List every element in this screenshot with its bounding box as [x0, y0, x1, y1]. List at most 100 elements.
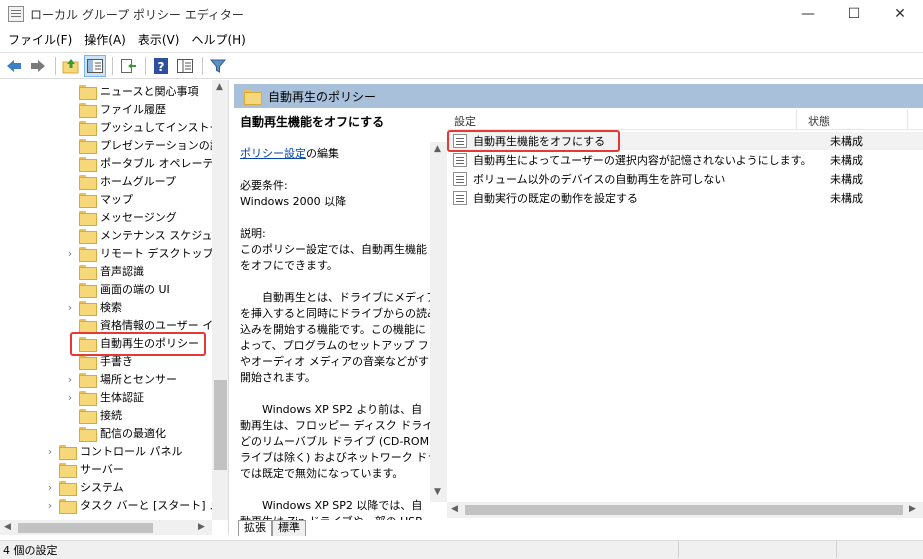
tree-item[interactable]: ポータブル オペレーティン — [64, 154, 228, 172]
folder-icon — [59, 480, 77, 496]
expand-chevron-icon[interactable]: › — [64, 301, 76, 314]
tree-item[interactable]: ホームグループ — [64, 172, 176, 190]
help-icon: ? — [154, 57, 168, 74]
tree-highlight-box — [70, 332, 206, 356]
scroll-up-icon[interactable]: ▲ — [434, 144, 441, 154]
expand-chevron-icon[interactable]: › — [44, 499, 56, 512]
tree-item[interactable]: メッセージング — [64, 208, 177, 226]
tree-item-label: 検索 — [100, 301, 122, 314]
column-header-state[interactable]: 状態 — [808, 113, 830, 129]
tree-item[interactable]: 接続 — [64, 406, 122, 424]
filter-button[interactable] — [207, 55, 229, 77]
menu-view[interactable]: 表示(V) — [132, 29, 186, 50]
tree-item[interactable]: › リモート デスクトップ サー — [64, 244, 229, 262]
tree-item[interactable]: › コントロール パネル — [44, 442, 183, 460]
folder-icon — [79, 228, 97, 244]
expand-chevron-icon[interactable]: › — [64, 247, 76, 260]
expand-chevron-icon[interactable]: › — [44, 481, 56, 494]
minimize-button[interactable]: — — [785, 0, 831, 28]
edit-policy-line: ポリシー設定の編集 — [240, 146, 339, 162]
policy-setting-icon — [453, 191, 467, 205]
back-button[interactable] — [3, 55, 25, 77]
tree-item[interactable]: ニュースと関心事項 — [64, 82, 198, 100]
tree-item-label: リモート デスクトップ サー — [100, 247, 229, 260]
description-title: 自動再生機能をオフにする — [240, 115, 385, 129]
extended-view-button[interactable] — [174, 55, 196, 77]
column-header-setting[interactable]: 設定 — [454, 113, 476, 129]
settings-list-row[interactable]: ボリューム以外のデバイスの自動再生を許可しない 未構成 — [447, 170, 923, 188]
up-one-level-button[interactable] — [60, 55, 82, 77]
tree-item[interactable]: ファイル履歴 — [64, 100, 166, 118]
help-button[interactable]: ? — [150, 55, 172, 77]
scroll-left-icon[interactable]: ◀ — [451, 504, 458, 514]
scroll-right-icon[interactable]: ▶ — [909, 504, 916, 514]
maximize-button[interactable]: ☐ — [831, 0, 877, 28]
folder-icon — [79, 102, 97, 118]
details-header-title: 自動再生のポリシー — [268, 89, 377, 104]
tree-item[interactable]: › システム — [44, 478, 124, 496]
folder-icon — [79, 264, 97, 280]
tree-item[interactable]: サーバー — [44, 460, 124, 478]
description-line: どのリムーバブル ドライブ (CD-ROM ド — [240, 435, 430, 448]
tree-item[interactable]: 配信の最適化 — [64, 424, 166, 442]
show-hide-tree-icon — [87, 58, 103, 73]
close-button[interactable]: ✕ — [877, 0, 923, 28]
folder-icon — [79, 408, 97, 424]
tree-item-label: メンテナンス スケジューラ — [100, 229, 229, 242]
description-line: では既定で無効になっています。 — [240, 467, 404, 480]
details-header: 自動再生のポリシー — [234, 84, 923, 108]
tree-horizontal-scrollbar[interactable]: ◀ ▶ — [0, 520, 212, 535]
tree-item[interactable]: 画面の端の UI — [64, 280, 170, 298]
export-list-icon — [121, 58, 136, 73]
menu-action[interactable]: 操作(A) — [78, 29, 132, 50]
list-horizontal-scroll-thumb[interactable] — [465, 505, 903, 515]
expand-chevron-icon[interactable]: › — [64, 373, 76, 386]
tree-item[interactable]: › 検索 — [64, 298, 122, 316]
scroll-left-icon[interactable]: ◀ — [4, 522, 11, 532]
folder-icon — [79, 138, 97, 154]
toolbar-separator — [55, 56, 56, 75]
column-divider[interactable] — [907, 110, 908, 130]
expand-chevron-icon[interactable]: › — [64, 391, 76, 404]
tree-vertical-scrollbar[interactable]: ▲ — [212, 80, 228, 520]
tree-item[interactable]: › 場所とセンサー — [64, 370, 177, 388]
tree-vertical-scroll-thumb[interactable] — [214, 380, 227, 470]
setting-state: 未構成 — [830, 154, 863, 167]
requirement-value: Windows 2000 以降 — [240, 195, 347, 208]
column-divider[interactable] — [796, 110, 797, 130]
tree-item[interactable]: 音声認識 — [64, 262, 144, 280]
description-vertical-scrollbar[interactable]: ▲ ▼ — [430, 142, 447, 502]
description-line: Windows XP SP2 より前は、自 — [240, 403, 423, 416]
tree-item[interactable]: プレゼンテーションの設定 — [64, 136, 228, 154]
edit-policy-link[interactable]: ポリシー設定 — [240, 147, 306, 160]
tree-horizontal-scroll-thumb[interactable] — [18, 523, 153, 533]
menu-help[interactable]: ヘルプ(H) — [185, 29, 251, 50]
scroll-up-icon[interactable]: ▲ — [216, 82, 223, 92]
tree-item-label: 音声認識 — [100, 265, 144, 278]
list-horizontal-scrollbar[interactable]: ◀ ▶ — [447, 502, 923, 518]
scroll-right-icon[interactable]: ▶ — [198, 522, 205, 532]
folder-icon — [79, 84, 97, 100]
tree-item[interactable]: › 生体認証 — [64, 388, 144, 406]
tree-item[interactable]: プッシュしてインストール — [64, 118, 228, 136]
settings-list-header: 設定 状態 — [447, 110, 923, 130]
tab-extended[interactable]: 拡張 — [238, 520, 272, 536]
folder-icon — [79, 246, 97, 262]
menu-file[interactable]: ファイル(F) — [2, 29, 78, 50]
expand-chevron-icon[interactable]: › — [44, 445, 56, 458]
folder-icon — [79, 192, 97, 208]
tab-standard[interactable]: 標準 — [272, 520, 306, 536]
show-hide-console-tree-button[interactable] — [84, 54, 106, 77]
export-list-button[interactable] — [117, 55, 139, 77]
settings-list-row[interactable]: 自動実行の既定の動作を設定する 未構成 — [447, 189, 923, 207]
description-line: ライブは除く) およびネットワーク ドライブ上 — [240, 451, 430, 464]
tree-item[interactable]: メンテナンス スケジューラ — [64, 226, 229, 244]
description-line: よって、プログラムのセットアップ ファイル — [240, 339, 430, 352]
tree-item[interactable]: マップ — [64, 190, 133, 208]
up-folder-icon — [62, 58, 79, 73]
scroll-down-icon[interactable]: ▼ — [434, 487, 441, 497]
tree-item[interactable]: › タスク バーと [スタート] メニュ — [44, 496, 228, 514]
forward-button[interactable] — [27, 55, 49, 77]
tree-item-label: ホームグループ — [100, 175, 177, 188]
settings-list-row[interactable]: 自動再生によってユーザーの選択内容が記憶されないようにします。 未構成 — [447, 151, 923, 169]
